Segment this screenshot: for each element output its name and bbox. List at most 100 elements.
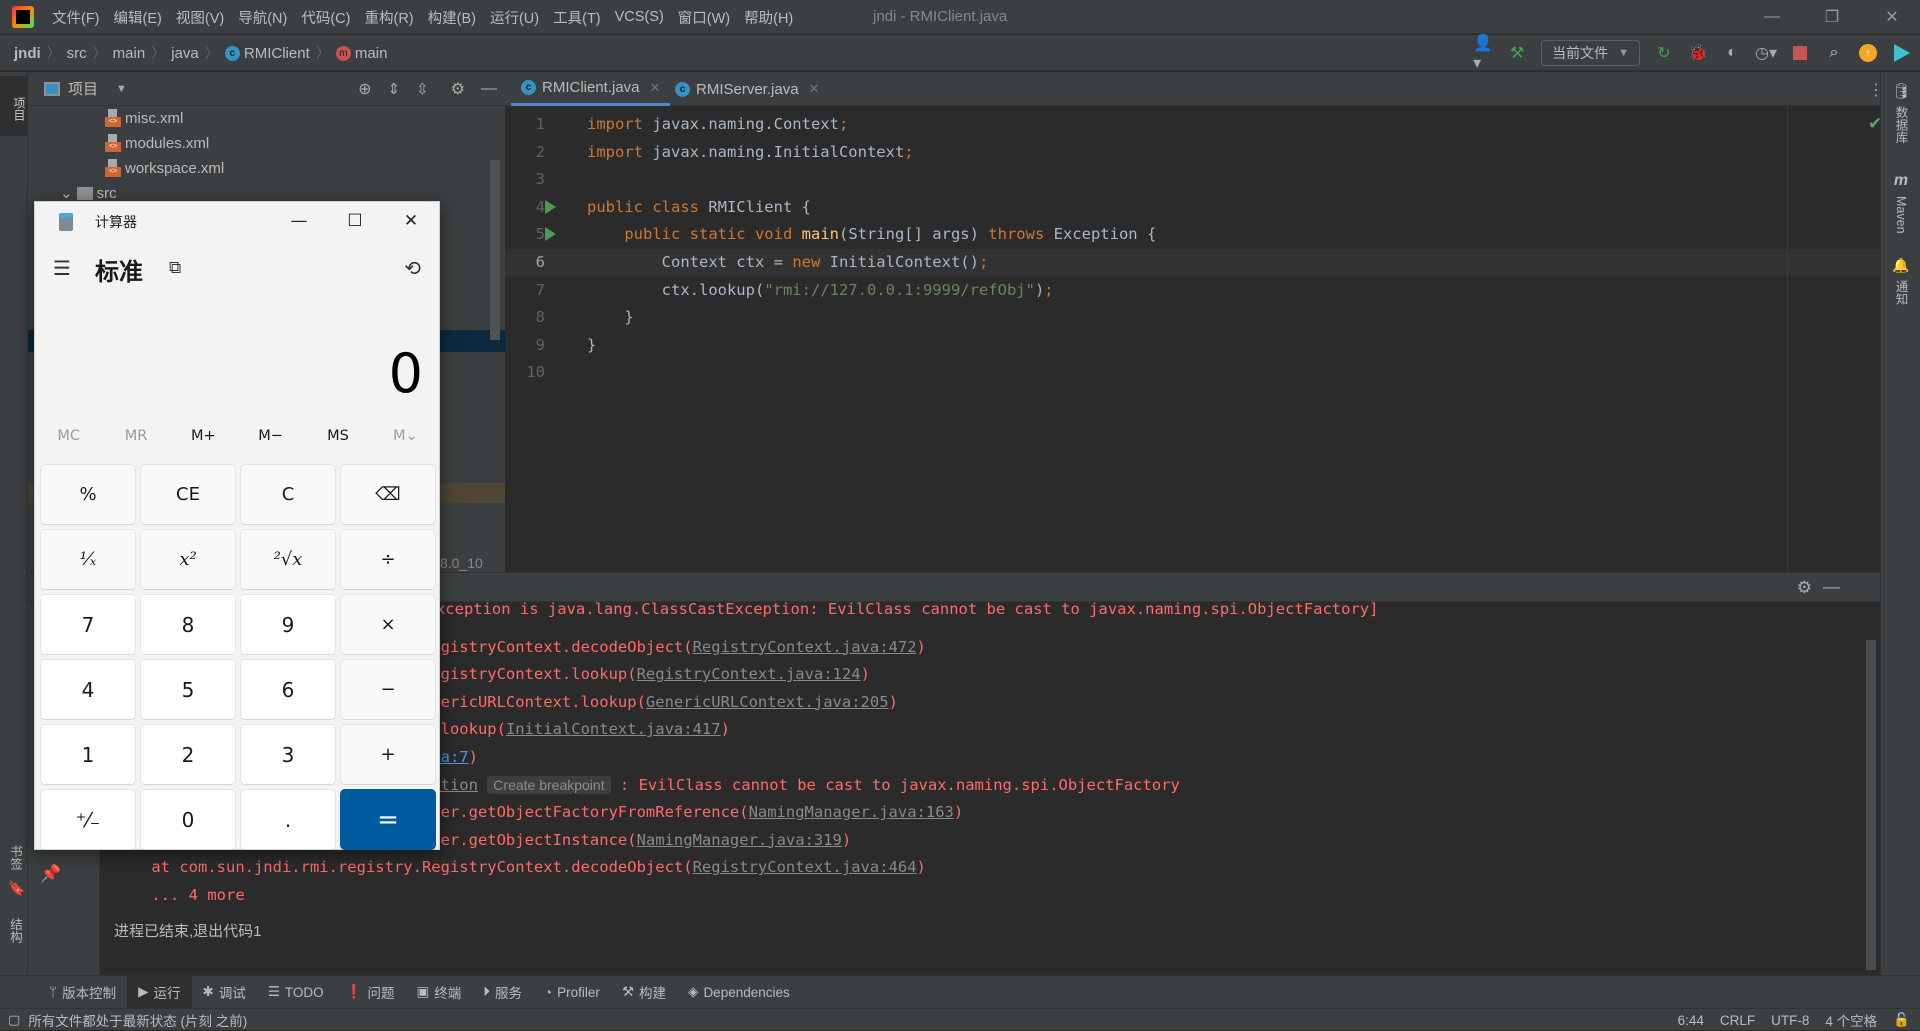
code-line[interactable]: 9}	[505, 332, 1880, 359]
indent-setting[interactable]: 4 个空格	[1825, 1010, 1877, 1030]
key-7[interactable]: 7	[40, 594, 136, 655]
breadcrumb-item[interactable]: src	[67, 45, 87, 62]
bottom-tab-run[interactable]: ▶ 运行	[127, 975, 192, 1009]
keep-on-top-icon[interactable]: ⧉	[169, 258, 181, 278]
breadcrumb-item[interactable]: m main	[335, 45, 387, 62]
breadcrumb-item[interactable]: java	[171, 45, 199, 62]
tree-row[interactable]: misc.xml	[105, 106, 183, 130]
notifications-tool-tab[interactable]: 🔔 通知	[1881, 257, 1920, 305]
menu-item[interactable]: 工具(T)	[553, 7, 601, 28]
code-line[interactable]: 3	[505, 166, 1880, 193]
menu-item[interactable]: 代码(C)	[301, 7, 350, 28]
create-breakpoint-button[interactable]: Create breakpoint	[487, 775, 611, 794]
locate-icon[interactable]: ⊕	[358, 79, 371, 99]
file-encoding[interactable]: UTF-8	[1771, 1013, 1809, 1028]
hide-panel-icon[interactable]: —	[481, 80, 497, 98]
line-separator[interactable]: CRLF	[1720, 1013, 1755, 1028]
key-9[interactable]: 9	[240, 594, 336, 655]
stack-trace-link[interactable]: RegistryContext.java:472	[693, 638, 917, 656]
close-window-button[interactable]: ✕	[1864, 0, 1920, 34]
code-line[interactable]: 1 import javax.naming.Context;	[505, 111, 1880, 138]
key-4[interactable]: 4	[40, 659, 136, 720]
calc-maximize-button[interactable]: ☐	[327, 202, 383, 240]
gear-icon[interactable]: ⚙	[1797, 578, 1812, 598]
history-icon[interactable]: ⟲	[404, 256, 421, 280]
status-icon[interactable]: ▢	[8, 1012, 20, 1028]
expand-all-icon[interactable]: ⇕	[388, 80, 401, 98]
gear-icon[interactable]: ⚙	[451, 79, 465, 99]
code-line[interactable]: 10	[505, 359, 1880, 386]
key-5[interactable]: 5	[140, 659, 236, 720]
close-tab-icon[interactable]: ✕	[809, 81, 820, 97]
code-line[interactable]: 2 import javax.naming.InitialContext;	[505, 139, 1880, 166]
key-equals[interactable]: =	[340, 789, 436, 850]
tree-row[interactable]: workspace.xml	[105, 156, 224, 180]
rerun-icon[interactable]: ↻	[1654, 43, 1674, 63]
code-editor[interactable]: 1 import javax.naming.Context; 2 import jav…	[505, 106, 1880, 571]
pin-icon[interactable]: 📌	[40, 864, 61, 884]
database-tool-tab[interactable]: 🛢 数据库	[1881, 82, 1920, 144]
caret-position[interactable]: 6:44	[1678, 1013, 1704, 1028]
stack-trace-link[interactable]: NamingManager.java:163	[749, 803, 954, 821]
bookmarks-tool-tab[interactable]: 书签	[6, 845, 25, 870]
memory-button-ms[interactable]: MS	[308, 428, 368, 458]
menu-item[interactable]: 文件(F)	[52, 7, 100, 28]
search-icon[interactable]: ⌕	[1824, 43, 1844, 63]
stack-trace-link[interactable]: InitialContext.java:417	[506, 720, 721, 738]
menu-item[interactable]: 窗口(W)	[678, 7, 730, 28]
bottom-tab-build[interactable]: ⚒ 构建	[611, 976, 677, 1009]
menu-item[interactable]: 构建(B)	[428, 7, 476, 28]
bottom-tab-debug[interactable]: ✱ 调试	[192, 976, 257, 1009]
menu-item[interactable]: 编辑(E)	[114, 7, 162, 28]
coverage-icon[interactable]: ◐	[1722, 43, 1742, 63]
key-negate[interactable]: ⁺⁄₋	[40, 789, 136, 850]
memory-button-m[interactable]: M−	[241, 428, 301, 458]
key-subtract[interactable]: −	[340, 659, 436, 720]
code-line[interactable]: 4 public class RMIClient {	[505, 194, 1880, 221]
menu-item[interactable]: 运行(U)	[490, 7, 539, 28]
menu-item[interactable]: 导航(N)	[238, 7, 287, 28]
key-square[interactable]: x²	[140, 529, 236, 590]
bottom-tab-list[interactable]: ☰ TODO	[257, 976, 335, 1009]
user-icon[interactable]: 👤▾	[1473, 35, 1493, 72]
code-line[interactable]: 7 ctx.lookup("rmi://127.0.0.1:9999/refOb…	[505, 277, 1880, 304]
menu-item[interactable]: 视图(V)	[176, 7, 224, 28]
close-tab-icon[interactable]: ✕	[650, 80, 661, 96]
key-add[interactable]: +	[340, 724, 436, 785]
key-decimal[interactable]: .	[240, 789, 336, 850]
chevron-down-icon[interactable]: ⌄	[60, 184, 73, 202]
bottom-tab-vcs[interactable]: ᛘ 版本控制	[38, 976, 127, 1009]
collapse-all-icon[interactable]: ⇳	[416, 80, 429, 98]
tree-row[interactable]: modules.xml	[105, 131, 209, 155]
stack-trace-link[interactable]: GenericURLContext.java:205	[646, 693, 889, 711]
structure-tool-tab[interactable]: 结构	[6, 918, 25, 943]
run-gutter-icon[interactable]	[545, 199, 556, 214]
key-8[interactable]: 8	[140, 594, 236, 655]
calc-minimize-button[interactable]: —	[271, 202, 327, 240]
debug-bug-icon[interactable]: 🐞	[1688, 43, 1708, 63]
calculator-title-bar[interactable]: 计算器 — ☐ ✕	[35, 202, 439, 240]
memory-button-m+[interactable]: M+	[173, 428, 233, 458]
bottom-tab-problems[interactable]: ❗ 问题	[335, 976, 406, 1009]
key-reciprocal[interactable]: ¹⁄ₓ	[40, 529, 136, 590]
key-1[interactable]: 1	[40, 724, 136, 785]
run-gutter-icon[interactable]	[545, 227, 556, 242]
key-clear[interactable]: C	[240, 464, 336, 525]
menu-item[interactable]: 帮助(H)	[744, 7, 793, 28]
breadcrumb-item[interactable]: main	[113, 45, 146, 62]
hamburger-menu-icon[interactable]: ☰	[53, 256, 71, 280]
menu-item[interactable]: VCS(S)	[615, 9, 664, 25]
key-clear-entry[interactable]: CE	[140, 464, 236, 525]
profile-icon[interactable]: ◷▾	[1755, 43, 1777, 63]
breadcrumb-item[interactable]: c RMIClient	[224, 45, 310, 62]
memory-button-m[interactable]: M⌄	[375, 428, 435, 458]
update-icon[interactable]: ↑	[1858, 43, 1878, 63]
memory-button-mc[interactable]: MC	[39, 428, 99, 458]
key-6[interactable]: 6	[240, 659, 336, 720]
intellij-logo-icon[interactable]	[12, 6, 34, 28]
hide-panel-icon[interactable]: —	[1823, 577, 1840, 597]
key-multiply[interactable]: ×	[340, 594, 436, 655]
code-line[interactable]: 5 public static void main(String[] args)…	[505, 221, 1880, 248]
restore-button[interactable]: ❐	[1804, 0, 1860, 34]
run-configuration-select[interactable]: 当前文件 ▼	[1541, 40, 1640, 66]
